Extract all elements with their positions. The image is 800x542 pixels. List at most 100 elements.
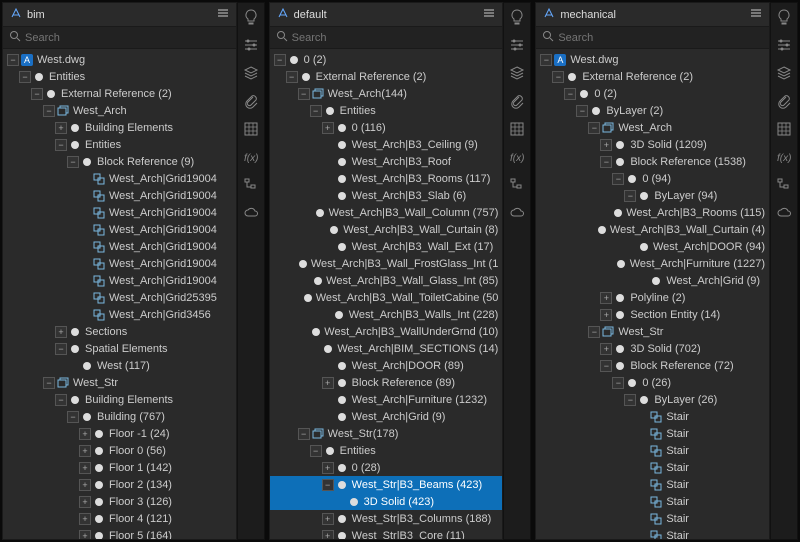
tree-node[interactable]: −Spatial Elements <box>3 340 236 357</box>
expand-toggle[interactable]: + <box>322 122 334 134</box>
tree-node[interactable]: +Floor 2 (134) <box>3 476 236 493</box>
layers-tool[interactable] <box>774 63 794 83</box>
tree-node[interactable]: Stair <box>536 476 769 493</box>
collapse-toggle[interactable]: − <box>600 156 612 168</box>
collapse-toggle[interactable]: − <box>612 377 624 389</box>
cloud-tool[interactable] <box>774 203 794 223</box>
tree-node[interactable]: West_Arch|B3_Wall_Ext (17) <box>270 238 503 255</box>
tree-node[interactable]: +3D Solid (1209) <box>536 136 769 153</box>
collapse-toggle[interactable]: − <box>55 394 67 406</box>
tree-node[interactable]: West_Arch|Grid (9) <box>270 408 503 425</box>
tree-node[interactable]: Stair <box>536 408 769 425</box>
tree-node[interactable]: +Floor 4 (121) <box>3 510 236 527</box>
tree-node[interactable]: +Floor 3 (126) <box>3 493 236 510</box>
expand-toggle[interactable]: + <box>322 462 334 474</box>
tree-node[interactable]: −Entities <box>3 68 236 85</box>
tree-node[interactable]: −Building Elements <box>3 391 236 408</box>
tree-node[interactable]: −ByLayer (2) <box>536 102 769 119</box>
tree-node[interactable]: −0 (94) <box>536 170 769 187</box>
tree-node[interactable]: −External Reference (2) <box>536 68 769 85</box>
collapse-toggle[interactable]: − <box>298 88 310 100</box>
collapse-toggle[interactable]: − <box>576 105 588 117</box>
tree-node[interactable]: −Block Reference (9) <box>3 153 236 170</box>
expand-toggle[interactable]: + <box>79 428 91 440</box>
tree-node[interactable]: −ByLayer (26) <box>536 391 769 408</box>
tree-node[interactable]: West_Arch|B3_Rooms (117) <box>270 170 503 187</box>
tree-node[interactable]: +West_Str|B3_Columns (188) <box>270 510 503 527</box>
tree-node[interactable]: West_Arch|Grid19004 <box>3 187 236 204</box>
tree-node[interactable]: West_Arch|B3_Roof <box>270 153 503 170</box>
tree-node[interactable]: +0 (116) <box>270 119 503 136</box>
collapse-toggle[interactable]: − <box>286 71 298 83</box>
tree-node[interactable]: Stair <box>536 459 769 476</box>
expand-toggle[interactable]: + <box>79 513 91 525</box>
tree-node[interactable]: −ByLayer (94) <box>536 187 769 204</box>
tree-node[interactable]: −West_Arch <box>3 102 236 119</box>
settings-tool[interactable] <box>507 35 527 55</box>
collapse-toggle[interactable]: − <box>600 360 612 372</box>
collapse-toggle[interactable]: − <box>67 156 79 168</box>
collapse-toggle[interactable]: − <box>55 139 67 151</box>
tree-node[interactable]: West_Arch|B3_Wall_ToiletCabine (50 <box>270 289 503 306</box>
fx-tool[interactable]: f(x) <box>774 147 794 167</box>
settings-tool[interactable] <box>241 35 261 55</box>
collapse-toggle[interactable]: − <box>67 411 79 423</box>
tree-node[interactable]: +3D Solid (702) <box>536 340 769 357</box>
collapse-toggle[interactable]: − <box>588 326 600 338</box>
tree-node[interactable]: Stair <box>536 527 769 539</box>
tree-node[interactable]: West_Arch|B3_Wall_Curtain (8) <box>270 221 503 238</box>
structure-tool[interactable] <box>774 175 794 195</box>
tree-node[interactable]: +Block Reference (89) <box>270 374 503 391</box>
tree-node[interactable]: West_Arch|Grid25395 <box>3 289 236 306</box>
tree-node[interactable]: −0 (26) <box>536 374 769 391</box>
tree-node[interactable]: West_Arch|Furniture (1227) <box>536 255 769 272</box>
tree-node[interactable]: −Entities <box>270 442 503 459</box>
tree-node[interactable]: −Building (767) <box>3 408 236 425</box>
tree-node[interactable]: +Floor 1 (142) <box>3 459 236 476</box>
tree-node[interactable]: −AWest.dwg <box>536 51 769 68</box>
tree-node[interactable]: +Sections <box>3 323 236 340</box>
paperclip-tool[interactable] <box>507 91 527 111</box>
collapse-toggle[interactable]: − <box>43 105 55 117</box>
collapse-toggle[interactable]: − <box>540 54 552 66</box>
tree-node[interactable]: −West_Str <box>3 374 236 391</box>
grid-tool[interactable] <box>774 119 794 139</box>
bulb-tool[interactable] <box>507 7 527 27</box>
fx-tool[interactable]: f(x) <box>241 147 261 167</box>
tree-node[interactable]: +Floor 5 (164) <box>3 527 236 539</box>
tree-node[interactable]: West_Arch|Grid19004 <box>3 272 236 289</box>
tree-node[interactable]: +Floor 0 (56) <box>3 442 236 459</box>
tree-node[interactable]: Stair <box>536 510 769 527</box>
collapse-toggle[interactable]: − <box>322 479 334 491</box>
layers-tool[interactable] <box>241 63 261 83</box>
tree-node[interactable]: +0 (28) <box>270 459 503 476</box>
tree-node[interactable]: West_Arch|B3_Wall_Curtain (4) <box>536 221 769 238</box>
tree-node[interactable]: West_Arch|Grid3456 <box>3 306 236 323</box>
collapse-toggle[interactable]: − <box>43 377 55 389</box>
collapse-toggle[interactable]: − <box>624 190 636 202</box>
tree-node[interactable]: West_Arch|B3_Wall_Glass_Int (85) <box>270 272 503 289</box>
panel-menu-icon[interactable] <box>749 6 763 23</box>
search-input[interactable] <box>25 32 230 44</box>
tree-node[interactable]: −West_Str <box>536 323 769 340</box>
tree-node[interactable]: Stair <box>536 493 769 510</box>
collapse-toggle[interactable]: − <box>31 88 43 100</box>
tree-node[interactable]: West_Arch|B3_Rooms (115) <box>536 204 769 221</box>
bulb-tool[interactable] <box>241 7 261 27</box>
tree-node[interactable]: +Building Elements <box>3 119 236 136</box>
tree-node[interactable]: West_Arch|B3_WallUnderGrnd (10) <box>270 323 503 340</box>
tree-view[interactable]: −AWest.dwg−External Reference (2)−0 (2)−… <box>536 49 769 539</box>
collapse-toggle[interactable]: − <box>310 105 322 117</box>
search-input[interactable] <box>558 32 763 44</box>
expand-toggle[interactable]: + <box>600 139 612 151</box>
collapse-toggle[interactable]: − <box>7 54 19 66</box>
expand-toggle[interactable]: + <box>55 122 67 134</box>
tree-node[interactable]: West_Arch|B3_Wall_FrostGlass_Int (1 <box>270 255 503 272</box>
expand-toggle[interactable]: + <box>79 479 91 491</box>
expand-toggle[interactable]: + <box>79 462 91 474</box>
collapse-toggle[interactable]: − <box>552 71 564 83</box>
expand-toggle[interactable]: + <box>322 530 334 540</box>
expand-toggle[interactable]: + <box>79 496 91 508</box>
panel-menu-icon[interactable] <box>216 6 230 23</box>
tree-node[interactable]: +Polyline (2) <box>536 289 769 306</box>
